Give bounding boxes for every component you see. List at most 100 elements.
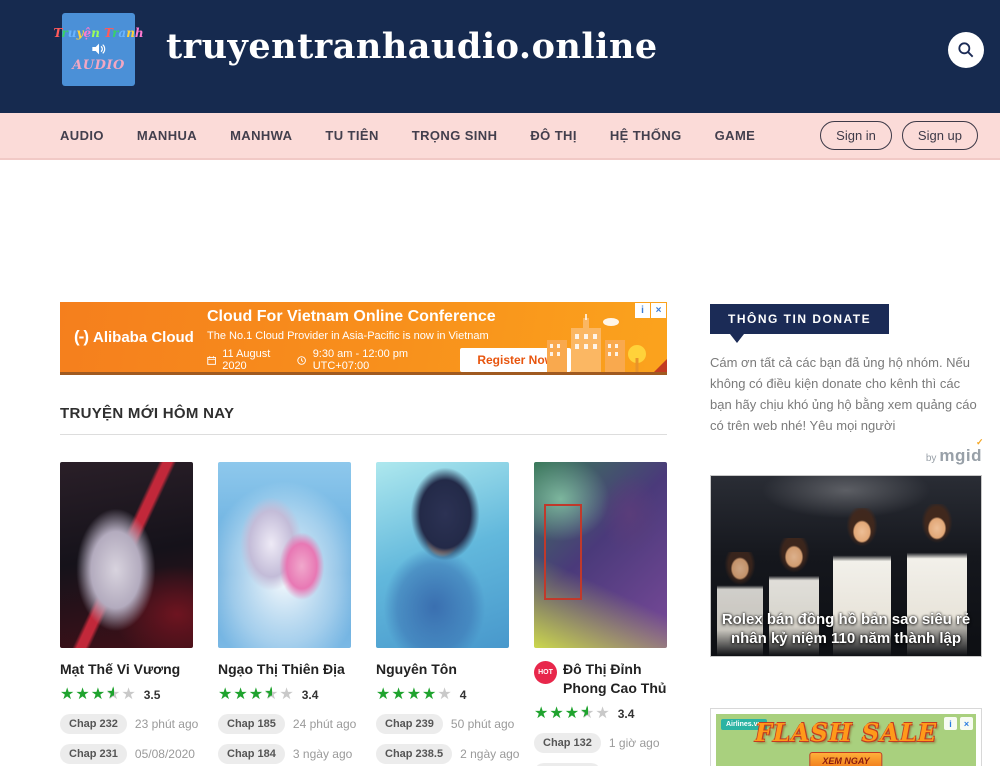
alibaba-brand-text: Alibaba Cloud	[93, 329, 194, 346]
chapter-chip[interactable]: Chap 132	[534, 733, 601, 753]
ad-corner-decoration	[654, 359, 667, 372]
chapter-row: Chap 238.5 2 ngày ago	[376, 744, 509, 764]
search-button[interactable]	[948, 32, 984, 68]
alibaba-ad-banner[interactable]: (-) Alibaba Cloud Cloud For Vietnam Onli…	[60, 302, 667, 375]
chapter-time: 05/08/2020	[135, 747, 195, 761]
star-icon: ★★	[580, 705, 595, 722]
comic-title[interactable]: Nguyên Tôn	[376, 660, 457, 679]
nav-item-he-thong[interactable]: HỆ THỐNG	[610, 128, 682, 143]
star-icon: ★	[595, 705, 610, 722]
comic-cover-image[interactable]	[60, 462, 193, 648]
star-icon: ★	[121, 686, 136, 703]
nav-item-tu-tien[interactable]: TU TIÊN	[325, 128, 378, 143]
nav-items: AUDIO MANHUA MANHWA TU TIÊN TRỌNG SINH Đ…	[60, 128, 755, 143]
xem-ngay-button[interactable]: XEM NGAY	[809, 752, 882, 766]
donate-text: Cám ơn tất cả các bạn đã ủng hộ nhóm. Nế…	[710, 352, 982, 436]
comic-cover-image[interactable]	[218, 462, 351, 648]
nav-item-manhua[interactable]: MANHUA	[137, 128, 197, 143]
rating-stars: ★★★★★★ 3.4	[218, 686, 351, 704]
ad-info-icon[interactable]: i	[635, 303, 650, 318]
ad-info-icon[interactable]: i	[944, 717, 957, 730]
star-icon: ★	[279, 686, 294, 703]
chapter-row: Chap 185 24 phút ago	[218, 714, 351, 734]
comic-cards-row: Mạt Thế Vi Vương ★★★★★★ 3.5 Chap 232 23 …	[60, 462, 667, 766]
comic-title[interactable]: Mạt Thế Vi Vương	[60, 660, 180, 679]
rolex-ad-image[interactable]: Rolex bán đồng hồ bản sao siêu rẻ nhân k…	[710, 475, 982, 657]
nav-item-audio[interactable]: AUDIO	[60, 128, 104, 143]
star-icon: ★	[549, 705, 564, 722]
rating-stars: ★★★★★★ 3.4	[534, 705, 667, 723]
main-nav: AUDIO MANHUA MANHWA TU TIÊN TRỌNG SINH Đ…	[0, 113, 1000, 160]
flash-sale-ad-inner: Airlines.vn FLASH SALE XEM NGAY i ×	[716, 714, 976, 766]
chapter-time: 1 giờ ago	[609, 736, 660, 750]
ad-close-icon[interactable]: ×	[651, 303, 666, 318]
sign-in-button[interactable]: Sign in	[820, 121, 892, 150]
star-icon: ★	[233, 686, 248, 703]
section-divider	[60, 434, 667, 435]
rating-value: 4	[460, 688, 467, 702]
logo-audio-text: AUDIO	[72, 58, 125, 73]
chapter-chip[interactable]: Chap 232	[60, 714, 127, 734]
rating-value: 3.4	[618, 707, 635, 721]
star-icon: ★	[391, 686, 406, 703]
alibaba-brackets-icon: (-)	[74, 327, 88, 347]
rating-value: 3.4	[302, 688, 319, 702]
ad-subtitle: The No.1 Cloud Provider in Asia-Pacific …	[207, 330, 597, 342]
buildings-illustration	[545, 314, 655, 372]
clock-icon	[297, 355, 306, 366]
chapter-time: 24 phút ago	[293, 717, 356, 731]
chapter-row: Chap 132 1 giờ ago	[534, 733, 667, 753]
site-header: Truyện Tranh AUDIO truyentranhaudio.onli…	[0, 0, 1000, 113]
comic-card: HOT Đô Thị Đỉnh Phong Cao Thủ ★★★★★★ 3.4…	[534, 462, 667, 766]
alibaba-cloud-logo: (-) Alibaba Cloud	[74, 302, 194, 372]
chapter-chip[interactable]: Chap 231	[60, 744, 127, 764]
chapter-chip[interactable]: Chap 239	[376, 714, 443, 734]
comic-card: Mạt Thế Vi Vương ★★★★★★ 3.5 Chap 232 23 …	[60, 462, 193, 766]
nav-item-manhwa[interactable]: MANHWA	[230, 128, 292, 143]
ad-time: 9:30 am - 12:00 pm UTC+07:00	[313, 348, 443, 372]
site-logo[interactable]: Truyện Tranh AUDIO	[62, 13, 135, 86]
hot-badge: HOT	[534, 661, 557, 684]
comic-title[interactable]: Đô Thị Đỉnh Phong Cao Thủ	[563, 660, 667, 698]
flash-sale-ad[interactable]: Airlines.vn FLASH SALE XEM NGAY i ×	[710, 708, 982, 766]
comic-card: Ngạo Thị Thiên Địa ★★★★★★ 3.4 Chap 185 2…	[218, 462, 351, 766]
star-icon: ★★	[264, 686, 279, 703]
chapter-time: 3 ngày ago	[293, 747, 352, 761]
sign-up-button[interactable]: Sign up	[902, 121, 978, 150]
nav-item-trong-sinh[interactable]: TRỌNG SINH	[412, 128, 498, 143]
ad-close-icon[interactable]: ×	[960, 717, 973, 730]
rating-value: 3.5	[144, 688, 161, 702]
mgid-by-text: by	[926, 453, 937, 464]
chapter-row: Chap 184 3 ngày ago	[218, 744, 351, 764]
site-title[interactable]: truyentranhaudio.online	[166, 26, 658, 67]
ad-title: Cloud For Vietnam Online Conference	[207, 308, 597, 326]
chapter-row: Chap 239 50 phút ago	[376, 714, 509, 734]
mgid-attribution[interactable]: bymgid	[710, 446, 982, 466]
star-icon: ★	[407, 686, 422, 703]
search-icon	[956, 40, 976, 60]
comic-cover-image[interactable]	[376, 462, 509, 648]
star-icon: ★	[534, 705, 549, 722]
chapter-chip[interactable]: Chap 238.5	[376, 744, 452, 764]
comic-title[interactable]: Ngạo Thị Thiên Địa	[218, 660, 345, 679]
chapter-time: 2 ngày ago	[460, 747, 519, 761]
star-icon: ★	[565, 705, 580, 722]
donate-ribbon-heading: THÔNG TIN DONATE	[710, 304, 889, 334]
flash-sale-title: FLASH SALE	[716, 718, 976, 747]
chapter-row: Chap 232 23 phút ago	[60, 714, 193, 734]
chapter-time: 50 phút ago	[451, 717, 514, 731]
rolex-ad-caption: Rolex bán đồng hồ bản sao siêu rẻ nhân k…	[711, 610, 981, 648]
star-icon: ★	[376, 686, 391, 703]
nav-item-game[interactable]: GAME	[715, 128, 756, 143]
star-icon: ★★	[106, 686, 121, 703]
nav-item-do-thi[interactable]: ĐÔ THỊ	[530, 128, 576, 143]
chapter-chip[interactable]: Chap 185	[218, 714, 285, 734]
sidebar: THÔNG TIN DONATE Cám ơn tất cả các bạn đ…	[710, 302, 982, 657]
chapter-chip[interactable]: Chap 184	[218, 744, 285, 764]
comic-card: Nguyên Tôn ★★★★★ 4 Chap 239 50 phút ago …	[376, 462, 509, 766]
rating-stars: ★★★★★★ 3.5	[60, 686, 193, 704]
rating-stars: ★★★★★ 4	[376, 686, 509, 704]
ad-text-block: Cloud For Vietnam Online Conference The …	[207, 308, 597, 372]
logo-text: Truyện Tranh	[53, 26, 143, 40]
comic-cover-image[interactable]	[534, 462, 667, 648]
